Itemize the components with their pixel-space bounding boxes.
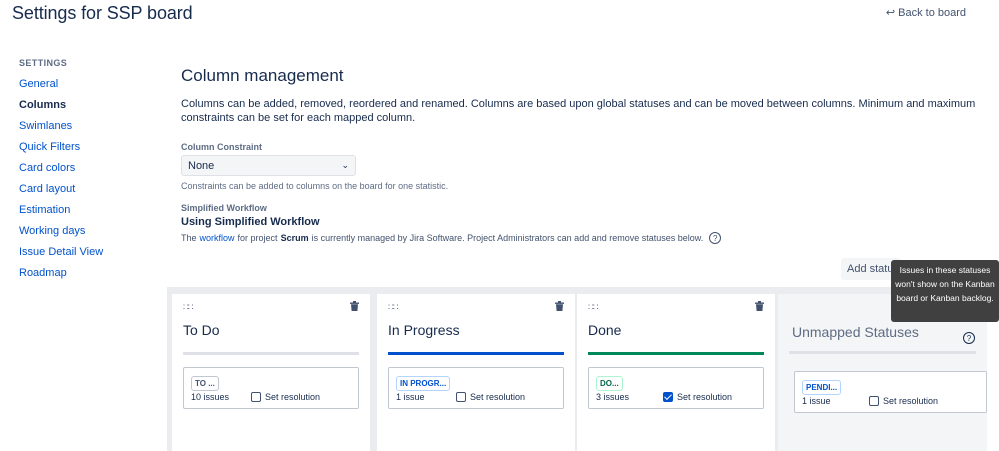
trash-icon[interactable] bbox=[555, 301, 564, 311]
set-resolution-label: Set resolution bbox=[883, 396, 939, 406]
back-arrow-icon: ↩ bbox=[885, 7, 896, 19]
status-card[interactable]: DO... 3 issues Set resolution bbox=[588, 367, 764, 409]
simplified-workflow-label: Simplified Workflow bbox=[181, 203, 267, 213]
drag-handle-icon[interactable]: ∷∷ bbox=[588, 302, 599, 313]
sidebar-item-working-days[interactable]: Working days bbox=[19, 224, 149, 245]
sidebar-item-card-colors[interactable]: Card colors bbox=[19, 161, 149, 182]
board-column-done[interactable]: ∷∷ Done DO... 3 issues Set resolution bbox=[577, 294, 775, 451]
status-card[interactable]: PENDI... 1 issue Set resolution bbox=[794, 371, 987, 413]
sidebar-item-general[interactable]: General bbox=[19, 77, 149, 98]
column-constraint-value: None bbox=[188, 159, 215, 172]
column-title[interactable]: Done bbox=[588, 322, 621, 338]
set-resolution-checkbox[interactable] bbox=[251, 392, 261, 402]
constraint-hint: Constraints can be added to columns on t… bbox=[181, 181, 449, 191]
status-lozenge: TO ... bbox=[191, 376, 219, 391]
sidebar-item-issue-detail-view[interactable]: Issue Detail View bbox=[19, 245, 149, 266]
sidebar-item-card-layout[interactable]: Card layout bbox=[19, 182, 149, 203]
column-constraint-select[interactable]: None ⌄ bbox=[181, 155, 356, 176]
workflow-project-name: Scrum bbox=[280, 233, 309, 243]
column-title[interactable]: To Do bbox=[183, 322, 220, 338]
workflow-info-text: The workflow for project Scrum is curren… bbox=[181, 232, 981, 244]
issue-count: 10 issues bbox=[191, 392, 230, 402]
sidebar-heading: SETTINGS bbox=[19, 58, 68, 68]
status-lozenge: DO... bbox=[596, 376, 623, 391]
column-title[interactable]: In Progress bbox=[388, 322, 460, 338]
section-title: Column management bbox=[181, 66, 344, 85]
sidebar-item-swimlanes[interactable]: Swimlanes bbox=[19, 119, 149, 140]
column-accent-line bbox=[388, 352, 564, 355]
set-resolution-checkbox[interactable] bbox=[456, 392, 466, 402]
help-icon[interactable]: ? bbox=[709, 232, 722, 244]
status-card[interactable]: TO ... 10 issues Set resolution bbox=[183, 367, 359, 409]
columns-board: ∷∷ To Do TO ... 10 issues Set resolution… bbox=[167, 287, 987, 451]
workflow-text-before: The bbox=[181, 233, 197, 243]
sidebar-item-quick-filters[interactable]: Quick Filters bbox=[19, 140, 149, 161]
simplified-workflow-title: Using Simplified Workflow bbox=[181, 216, 320, 228]
set-resolution-checkbox[interactable] bbox=[663, 392, 673, 402]
sidebar-item-estimation[interactable]: Estimation bbox=[19, 203, 149, 224]
page-title: Settings for SSP board bbox=[12, 3, 193, 23]
column-accent-line bbox=[588, 352, 764, 355]
issue-count: 1 issue bbox=[802, 396, 831, 406]
status-card-footer: 1 issue Set resolution bbox=[802, 396, 938, 406]
help-icon[interactable]: ? bbox=[963, 332, 975, 344]
board-column-to-do[interactable]: ∷∷ To Do TO ... 10 issues Set resolution bbox=[172, 294, 370, 451]
workflow-text-after: is currently managed by Jira Software. P… bbox=[311, 233, 704, 243]
unmapped-tooltip: Issues in these statuses won't show on t… bbox=[891, 260, 999, 322]
status-card-footer: 1 issue Set resolution bbox=[396, 392, 525, 402]
chevron-down-icon: ⌄ bbox=[341, 160, 349, 170]
sidebar-item-roadmap[interactable]: Roadmap bbox=[19, 266, 149, 287]
settings-sidebar: SETTINGS General Columns Swimlanes Quick… bbox=[19, 58, 149, 287]
trash-icon[interactable] bbox=[350, 301, 359, 311]
column-management-section: Column management Columns can be added, … bbox=[181, 66, 981, 244]
board-column-in-progress[interactable]: ∷∷ In Progress IN PROGR... 1 issue Set r… bbox=[377, 294, 575, 451]
workflow-text-mid: for project bbox=[237, 233, 278, 243]
trash-icon[interactable] bbox=[755, 301, 764, 311]
issue-count: 1 issue bbox=[396, 392, 425, 402]
set-resolution-checkbox[interactable] bbox=[869, 396, 879, 406]
column-title: Unmapped Statuses bbox=[792, 324, 919, 340]
workflow-link[interactable]: workflow bbox=[200, 233, 235, 243]
back-to-board-link[interactable]: ↩ Back to board bbox=[885, 6, 966, 20]
drag-handle-icon[interactable]: ∷∷ bbox=[183, 302, 194, 313]
status-lozenge: IN PROGR... bbox=[396, 376, 451, 391]
column-constraint-label: Column Constraint bbox=[181, 142, 262, 152]
drag-handle-icon[interactable]: ∷∷ bbox=[388, 302, 399, 313]
status-lozenge: PENDI... bbox=[802, 380, 842, 395]
issue-count: 3 issues bbox=[596, 392, 630, 402]
status-card-footer: 3 issues Set resolution bbox=[596, 392, 732, 402]
status-card[interactable]: IN PROGR... 1 issue Set resolution bbox=[388, 367, 564, 409]
section-description: Columns can be added, removed, reordered… bbox=[181, 98, 976, 124]
back-to-board-label: Back to board bbox=[898, 6, 966, 19]
set-resolution-label: Set resolution bbox=[677, 392, 733, 402]
column-accent-line bbox=[183, 352, 359, 355]
sidebar-item-columns[interactable]: Columns bbox=[19, 98, 149, 119]
column-accent-line bbox=[789, 351, 976, 354]
set-resolution-label: Set resolution bbox=[470, 392, 526, 402]
set-resolution-label: Set resolution bbox=[265, 392, 321, 402]
status-card-footer: 10 issues Set resolution bbox=[191, 392, 320, 402]
